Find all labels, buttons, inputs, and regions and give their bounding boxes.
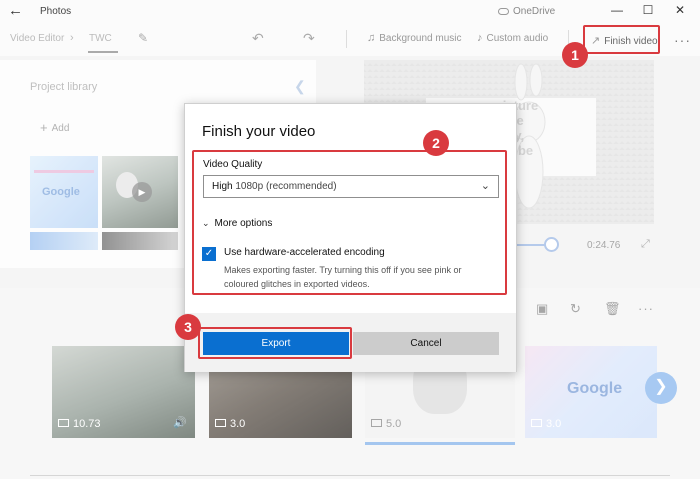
undo-icon[interactable]: ↶ [252,30,264,47]
pencil-icon[interactable]: ✎ [138,31,148,45]
custom-audio-label: Custom audio [486,33,549,44]
annotation-badge-2: 2 [423,130,449,156]
back-arrow-icon[interactable]: ← [8,2,26,20]
cancel-button[interactable]: Cancel [353,332,499,355]
toolbar-divider [346,30,347,48]
minimize-icon[interactable]: — [610,3,624,17]
annotation-highlight-export [198,327,352,359]
finish-video-button[interactable]: ↗ Finish video [583,25,660,54]
custom-audio-button[interactable]: ♪ Custom audio [477,32,548,44]
annotation-badge-1: 1 [562,42,588,68]
background-music-button[interactable]: ♫ Background music [367,32,462,44]
finish-video-label: Finish video [604,36,658,47]
cloud-icon [498,7,509,15]
maximize-icon[interactable]: ☐ [641,3,655,17]
onedrive-label: OneDrive [513,6,556,17]
custom-audio-icon: ♪ [477,32,483,44]
dialog-title: Finish your video [202,123,316,140]
app-title: Photos [40,6,72,17]
close-icon[interactable]: ✕ [673,3,687,17]
breadcrumb-separator-icon: › [70,32,74,44]
annotation-highlight-options [192,150,507,295]
breadcrumb-video-editor[interactable]: Video Editor [10,33,64,44]
background-music-label: Background music [379,33,462,44]
breadcrumb-project-name[interactable]: TWC [89,33,112,44]
more-options-icon[interactable]: ··· [674,32,691,48]
music-note-icon: ♫ [367,32,376,44]
title-bar: ← Photos OneDrive — ☐ ✕ [0,0,700,24]
annotation-badge-3: 3 [175,314,201,340]
share-icon: ↗ [591,35,601,47]
redo-icon[interactable]: ↷ [303,30,315,47]
onedrive-status[interactable]: OneDrive [498,6,555,17]
breadcrumb-underline [88,51,118,53]
